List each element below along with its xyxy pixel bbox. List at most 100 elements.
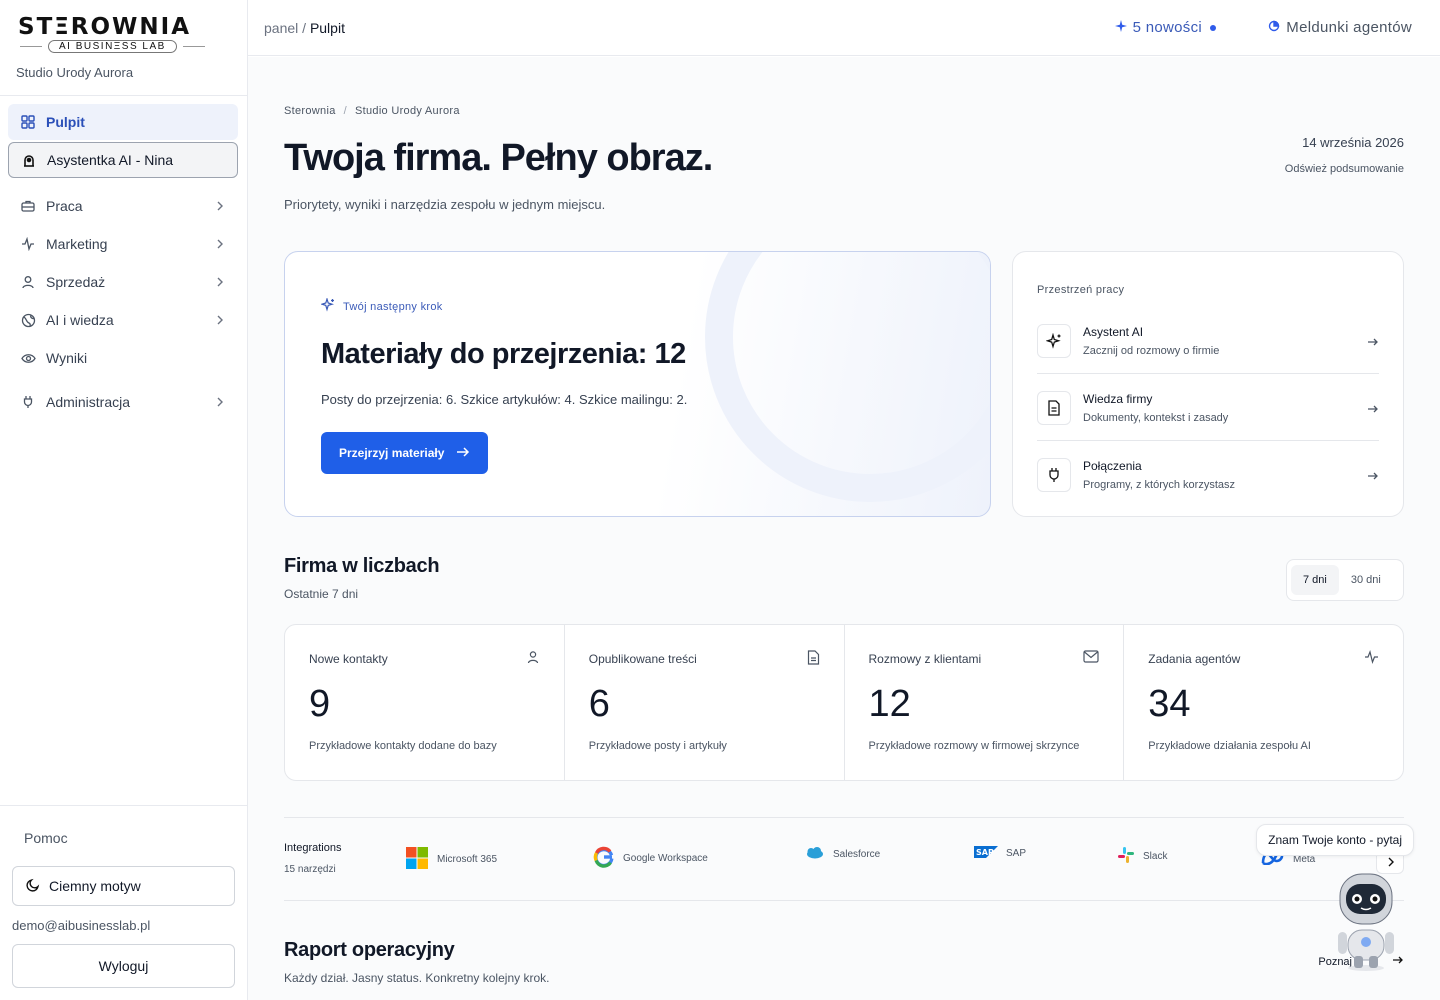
google-logo-icon (593, 846, 615, 871)
stat-desc: Przykładowe posty i artykuły (588, 740, 727, 752)
workspace-card: Przestrzeń pracy Asystent AI Zacznij od … (1012, 251, 1404, 517)
sidebar-nav: Pulpit Asystentka AI - Nina Praca Market… (8, 104, 238, 422)
stat-card-content[interactable]: Opublikowane treści 6 Przykładowe posty … (565, 625, 845, 780)
sidebar-item-label: Asystentka AI - Nina (47, 152, 174, 168)
integration-label: Google Workspace (623, 853, 708, 864)
breadcrumb-root[interactable]: panel (264, 20, 298, 36)
workspace-item-desc: Programy, z których korzystasz (1083, 479, 1235, 491)
dark-theme-button[interactable]: Ciemny motyw (12, 866, 235, 906)
sidebar-item-marketing[interactable]: Marketing (8, 226, 238, 262)
refresh-summary-link[interactable]: Odśwież podsumowanie (1285, 163, 1404, 175)
stats-grid: Nowe kontakty 9 Przykładowe kontakty dod… (284, 624, 1404, 781)
sidebar-divider (0, 95, 247, 96)
workspace-item-desc: Zacznij od rozmowy o firmie (1083, 344, 1220, 357)
materials-title: Materiały do przejrzenia: 12 (321, 338, 686, 370)
chevron-right-icon (216, 237, 224, 253)
stat-card-contacts[interactable]: Nowe kontakty 9 Przykładowe kontakty dod… (285, 625, 565, 780)
stat-desc: Przykładowe kontakty dodane do bazy (309, 740, 497, 752)
integration-sap[interactable]: SAP SAP (974, 846, 1026, 861)
breadcrumb-sterownia[interactable]: Sterownia (284, 105, 336, 117)
news-button[interactable]: 5 nowości (1114, 19, 1216, 36)
assistant-tooltip: Znam Twoje konto - pytaj (1256, 824, 1414, 856)
workspace-title: Przestrzeń pracy (1037, 284, 1125, 296)
report-subtitle: Każdy dział. Jasny status. Konkretny kol… (284, 971, 550, 985)
sap-logo-icon: SAP (974, 846, 998, 861)
user-icon (526, 650, 540, 669)
workspace-item-text: Połączenia Programy, z których korzystas… (1083, 459, 1235, 491)
integrations-strip: Integrations 15 narzędzi Microsoft 365 G… (284, 817, 1404, 901)
workspace-item-assistant[interactable]: Asystent AI Zacznij od rozmowy o firmie (1037, 308, 1379, 374)
next-step-text: Twój następny krok (343, 300, 443, 313)
logo-subtitle: AI BUSINΞSS LAB (48, 40, 177, 53)
sidebar-item-assistant[interactable]: Asystentka AI - Nina (8, 142, 238, 178)
toggle-30-days[interactable]: 30 dni (1339, 565, 1393, 595)
stat-value: 34 (1148, 683, 1191, 725)
user-icon (20, 274, 36, 290)
breadcrumb-company[interactable]: Studio Urody Aurora (355, 105, 460, 117)
top-breadcrumb: panel / Pulpit (264, 20, 345, 36)
logout-button[interactable]: Wyloguj (12, 944, 235, 988)
report-title: Raport operacyjny (284, 939, 455, 961)
robot-icon (1338, 873, 1394, 971)
sparkles-icon (1037, 323, 1071, 358)
integration-label: Salesforce (833, 849, 881, 860)
help-link[interactable]: Pomoc (24, 830, 68, 846)
mail-icon (1083, 650, 1099, 668)
review-materials-button[interactable]: Przejrzyj materiały (321, 432, 489, 474)
sidebar-item-label: AI i wiedza (46, 312, 114, 328)
chevron-right-icon (216, 313, 224, 329)
workspace-item-knowledge[interactable]: Wiedza firmy Dokumenty, kontekst i zasad… (1037, 375, 1379, 441)
stat-value: 12 (868, 683, 911, 725)
sidebar-item-sprzedaz[interactable]: Sprzedaż (8, 264, 238, 300)
globe-icon (20, 312, 36, 328)
sparkle-icon (1114, 19, 1127, 36)
pie-clock-icon (1268, 19, 1280, 36)
sparkles-icon (320, 296, 335, 315)
slack-logo-icon (1117, 846, 1135, 867)
integrations-count: 15 narzędzi (284, 864, 336, 875)
logo-divider (182, 46, 205, 47)
review-materials-label: Przejrzyj materiały (339, 446, 445, 460)
next-step-label: Twój następny krok (320, 296, 443, 315)
integration-google[interactable]: Google Workspace (593, 846, 708, 871)
plug-icon (20, 394, 36, 410)
sidebar-item-label: Sprzedaż (46, 274, 106, 290)
stat-label: Opublikowane treści (588, 652, 697, 666)
workspace-item-desc: Dokumenty, kontekst i zasady (1083, 411, 1229, 424)
integration-label: Microsoft 365 (437, 854, 498, 865)
integration-slack[interactable]: Slack (1117, 846, 1167, 867)
stat-desc: Przykładowe rozmowy w firmowej skrzynce (868, 740, 1080, 752)
logo[interactable]: STΞROWNIA (18, 14, 231, 40)
sidebar-item-label: Pulpit (46, 114, 85, 130)
agent-reports-button[interactable]: Meldunki agentów (1268, 19, 1412, 36)
period-toggle: 7 dni 30 dni (1286, 559, 1404, 601)
stat-card-agent-tasks[interactable]: Zadania agentów 34 Przykładowe działania… (1124, 625, 1403, 780)
activity-icon (20, 236, 36, 252)
workspace-item-text: Asystent AI Zacznij od rozmowy o firmie (1083, 325, 1219, 357)
summary-date: 14 września 2026 (1302, 135, 1404, 150)
brand: STΞROWNIA AI BUSINΞSS LAB (0, 0, 247, 53)
user-email: demo@aibusinesslab.pl (12, 918, 151, 933)
sidebar-item-praca[interactable]: Praca (8, 188, 238, 224)
workspace-item-name: Wiedza firmy (1083, 391, 1153, 406)
sidebar-item-wyniki[interactable]: Wyniki (8, 340, 238, 376)
chevron-right-icon (1387, 855, 1395, 873)
sidebar-item-administracja[interactable]: Administracja (8, 384, 238, 420)
grid-icon (20, 114, 36, 130)
stat-value: 6 (588, 683, 610, 725)
agent-reports-label: Meldunki agentów (1286, 19, 1412, 36)
sidebar-item-label: Praca (46, 198, 83, 214)
integration-microsoft[interactable]: Microsoft 365 (405, 846, 497, 873)
assistant-robot-avatar[interactable] (1336, 872, 1396, 977)
workspace-item-connections[interactable]: Połączenia Programy, z których korzystas… (1037, 442, 1379, 508)
sidebar-item-pulpit[interactable]: Pulpit (8, 104, 238, 140)
main-content: Sterownia / Studio Urody Aurora Twoja firm… (248, 57, 1440, 1000)
toggle-7-days[interactable]: 7 dni (1291, 565, 1339, 595)
topbar: panel / Pulpit 5 nowości Meldunki agentó… (248, 0, 1440, 56)
document-icon (1037, 390, 1071, 425)
sidebar-item-label: Wyniki (46, 350, 88, 366)
decorative-circle (705, 252, 990, 502)
sidebar-item-ai-wiedza[interactable]: AI i wiedza (8, 302, 238, 338)
integration-salesforce[interactable]: Salesforce (805, 846, 880, 863)
stat-card-conversations[interactable]: Rozmowy z klientami 12 Przykładowe rozmo… (845, 625, 1125, 780)
